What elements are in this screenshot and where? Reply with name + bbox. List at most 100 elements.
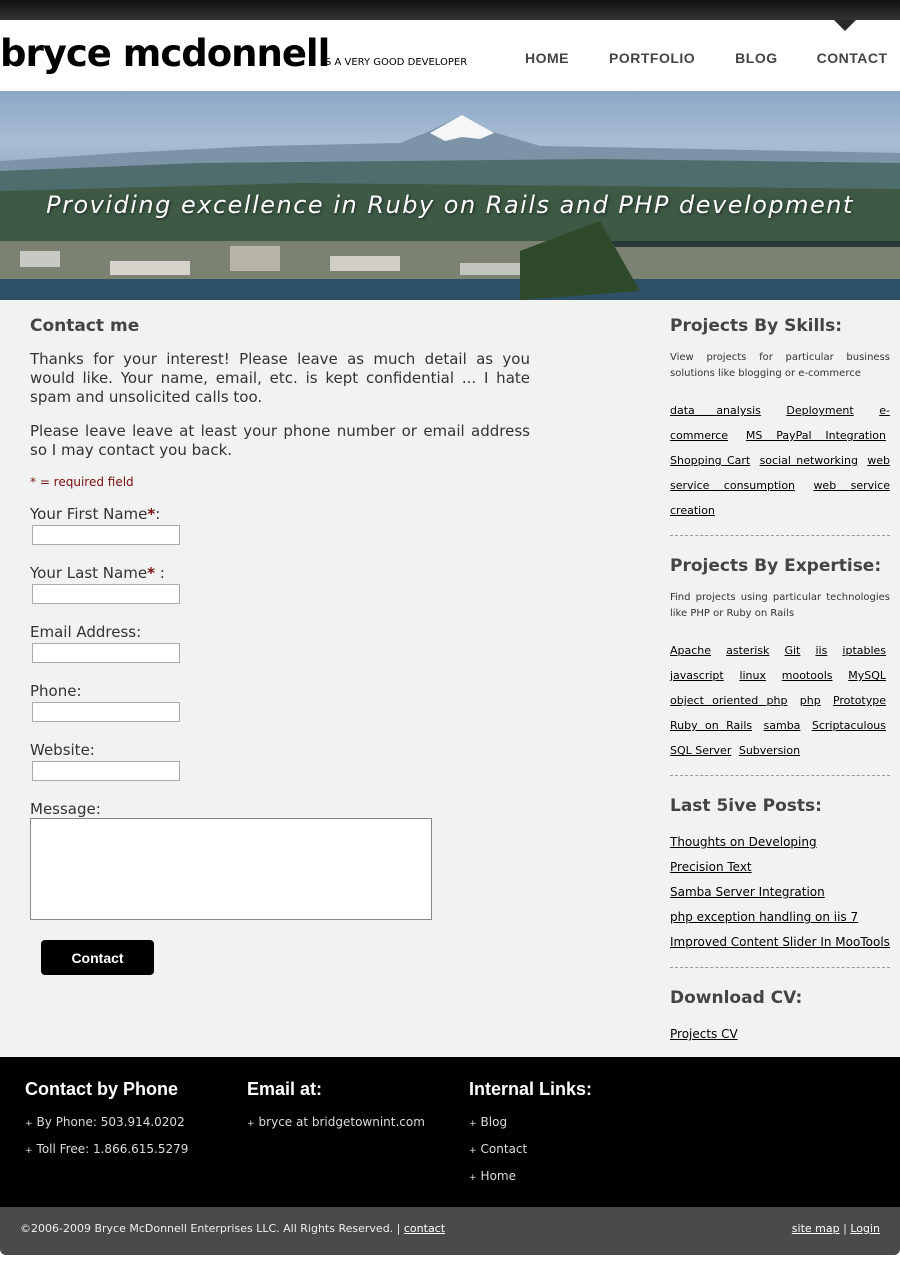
expertise-title: Projects By Expertise: — [670, 556, 882, 576]
first-name-input[interactable] — [32, 525, 180, 545]
first-name-field-group: Your First Name*: — [30, 505, 530, 545]
expertise-tag[interactable]: iptables — [842, 644, 886, 657]
first-name-label: Your First Name*: — [30, 505, 161, 523]
footer-phone-title: Contact by Phone — [25, 1079, 179, 1099]
link-separator: | — [843, 1222, 847, 1235]
expertise-tag[interactable]: php — [800, 694, 821, 707]
footer-links-title: Internal Links: — [469, 1079, 593, 1099]
contact-submit-button[interactable]: Contact — [41, 940, 154, 975]
site-tagline: IS A VERY GOOD DEVELOPER — [322, 57, 468, 68]
footer-phone-item: + By Phone: 503.914.0202 — [25, 1115, 185, 1129]
required-star: * — [147, 564, 155, 582]
plus-icon: + — [25, 1119, 33, 1129]
last-name-input[interactable] — [32, 584, 180, 604]
post-link[interactable]: Improved Content Slider In MooTools — [670, 930, 890, 955]
contact-form-section: Contact me Thanks for your interest! Ple… — [30, 316, 530, 939]
skills-title: Projects By Skills: — [670, 316, 843, 336]
main-nav: HOME PORTFOLIO BLOG CONTACT — [510, 50, 888, 66]
phone-label: Phone: — [30, 682, 82, 700]
expertise-tag[interactable]: Scriptaculous — [812, 719, 886, 732]
nav-contact[interactable]: CONTACT — [817, 50, 888, 66]
posts-title: Last 5ive Posts: — [670, 796, 822, 816]
expertise-tag[interactable]: MySQL — [848, 669, 886, 682]
last-name-label: Your Last Name* : — [30, 564, 165, 582]
footer-link-blog[interactable]: + Blog — [469, 1110, 592, 1137]
sitemap-link[interactable]: site map — [792, 1222, 840, 1235]
bottom-bar: ©2006-2009 Bryce McDonnell Enterprises L… — [0, 1207, 900, 1255]
expertise-tag-cloud: Apache asterisk Git iis iptables javascr… — [670, 638, 890, 763]
plus-icon: + — [469, 1173, 477, 1183]
expertise-description: Find projects using particular technolog… — [670, 592, 890, 619]
copyright-notice: ©2006-2009 Bryce McDonnell Enterprises L… — [20, 1222, 446, 1235]
top-dark-bar — [0, 0, 900, 20]
post-link[interactable]: Precision Text — [670, 855, 890, 880]
last-name-field-group: Your Last Name* : — [30, 564, 530, 604]
skill-tag[interactable]: MS PayPal Integration — [746, 429, 886, 442]
nav-blog[interactable]: BLOG — [735, 50, 777, 66]
post-link[interactable]: Thoughts on Developing — [670, 830, 890, 855]
expertise-tag[interactable]: Prototype — [833, 694, 886, 707]
hero-banner: Providing excellence in Ruby on Rails an… — [0, 91, 900, 300]
phone-field-group: Phone: — [30, 682, 530, 722]
expertise-tag[interactable]: Git — [784, 644, 800, 657]
expertise-tag[interactable]: samba — [764, 719, 801, 732]
footer-phone-column: Contact by Phone + By Phone: 503.914.0202… — [25, 1079, 188, 1164]
footer-links-column: Internal Links: + Blog + Contact + Home — [469, 1079, 592, 1191]
website-field-group: Website: — [30, 741, 530, 781]
skill-tag[interactable]: Shopping Cart — [670, 454, 750, 467]
skill-tag[interactable]: data analysis — [670, 404, 761, 417]
website-input[interactable] — [32, 761, 180, 781]
website-label: Website: — [30, 741, 95, 759]
required-field-note: * = required field — [30, 475, 134, 489]
plus-icon: + — [25, 1146, 33, 1156]
content-area: Contact me Thanks for your interest! Ple… — [0, 300, 900, 1057]
footer-email-title: Email at: — [247, 1079, 323, 1099]
instructions-paragraph: Please leave leave at least your phone n… — [30, 422, 530, 459]
skills-tag-cloud: data analysis Deployment e-commerce MS P… — [670, 398, 890, 523]
footer: Contact by Phone + By Phone: 503.914.0202… — [0, 1057, 900, 1207]
footer-email-column: Email at: + bryce at bridgetownint.com — [247, 1079, 425, 1137]
message-field-group: Message: — [30, 800, 530, 920]
expertise-tag[interactable]: object oriented php — [670, 694, 787, 707]
banner-headline: Providing excellence in Ruby on Rails an… — [46, 191, 854, 219]
expertise-tag[interactable]: asterisk — [726, 644, 769, 657]
skills-description: View projects for particular business so… — [670, 352, 890, 379]
posts-list: Thoughts on Developing Precision Text Sa… — [670, 830, 890, 955]
email-label: Email Address: — [30, 623, 142, 641]
bottom-contact-link[interactable]: contact — [404, 1222, 445, 1235]
expertise-tag[interactable]: Ruby on Rails — [670, 719, 752, 732]
email-field-group: Email Address: — [30, 623, 530, 663]
phone-input[interactable] — [32, 702, 180, 722]
footer-link-home[interactable]: + Home — [469, 1164, 592, 1191]
cv-title: Download CV: — [670, 988, 803, 1008]
email-input[interactable] — [32, 643, 180, 663]
skill-tag[interactable]: Deployment — [786, 404, 853, 417]
site-logo[interactable]: bryce mcdonnell — [0, 31, 330, 77]
footer-link-contact[interactable]: + Contact — [469, 1137, 592, 1164]
expertise-section: Projects By Expertise: Find projects usi… — [670, 556, 890, 776]
expertise-tag[interactable]: javascript — [670, 669, 724, 682]
expertise-tag[interactable]: Subversion — [739, 744, 800, 757]
nav-home[interactable]: HOME — [525, 50, 569, 66]
plus-icon: + — [469, 1146, 477, 1156]
message-textarea[interactable] — [30, 818, 432, 920]
login-link[interactable]: Login — [850, 1222, 880, 1235]
footer-email-item[interactable]: + bryce at bridgetownint.com — [247, 1110, 425, 1137]
expertise-tag[interactable]: mootools — [782, 669, 833, 682]
message-label: Message: — [30, 800, 101, 818]
bottom-links: site map | Login — [792, 1222, 880, 1235]
plus-icon: + — [247, 1119, 255, 1129]
expertise-tag[interactable]: iis — [815, 644, 827, 657]
posts-section: Last 5ive Posts: Thoughts on Developing … — [670, 796, 890, 968]
post-link[interactable]: Samba Server Integration — [670, 880, 890, 905]
cv-download-link[interactable]: Projects CV — [670, 1022, 890, 1047]
intro-paragraph: Thanks for your interest! Please leave a… — [30, 350, 530, 406]
post-link[interactable]: php exception handling on iis 7 — [670, 905, 890, 930]
skill-tag[interactable]: social networking — [760, 454, 858, 467]
nav-portfolio[interactable]: PORTFOLIO — [609, 50, 695, 66]
active-nav-pointer-icon — [834, 20, 856, 31]
plus-icon: + — [469, 1119, 477, 1129]
expertise-tag[interactable]: Apache — [670, 644, 711, 657]
expertise-tag[interactable]: linux — [739, 669, 766, 682]
expertise-tag[interactable]: SQL Server — [670, 744, 731, 757]
